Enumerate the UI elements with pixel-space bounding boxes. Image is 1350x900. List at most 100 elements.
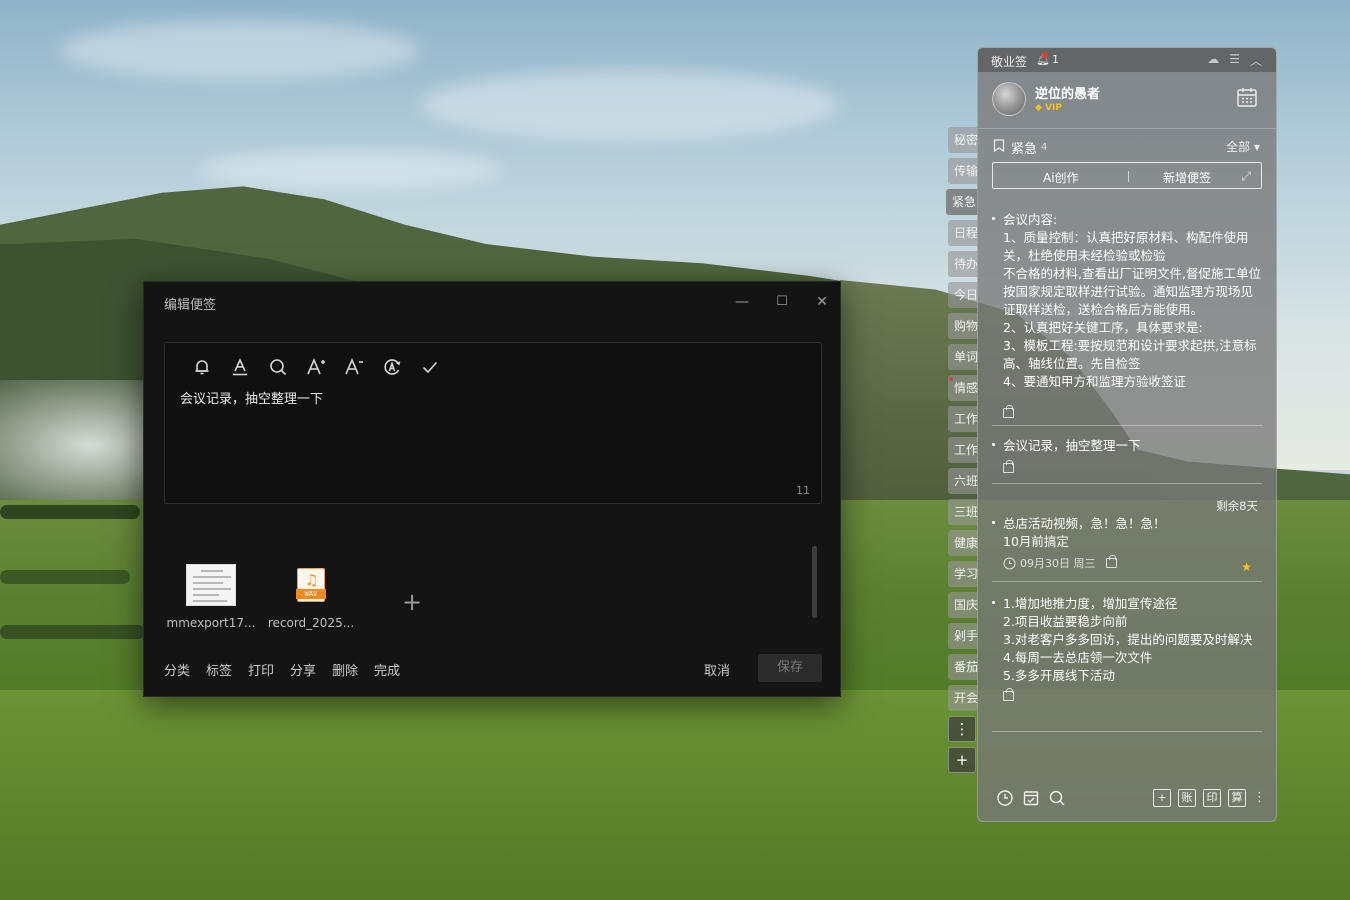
attachment-name: record_2025... xyxy=(267,616,355,630)
app-name: 敬业签 xyxy=(991,55,1028,69)
note-item[interactable]: 总店活动视频，急！急！急！ 10月前搞定 09月30日 周三 xyxy=(992,515,1262,571)
title-bar[interactable]: 编辑便签 — ☐ ✕ xyxy=(144,282,840,322)
add-tab-button[interactable]: + xyxy=(948,747,976,773)
tag-button[interactable]: 标签 xyxy=(206,660,232,679)
side-tab-label: 单词 xyxy=(954,350,978,364)
side-tab[interactable]: 开会 xyxy=(948,685,978,711)
add-attachment-button[interactable]: + xyxy=(402,588,422,616)
note-text: 会议内容: 1、质量控制：认真把好原材料、构配件使用关，杜绝使用未经检验或检验 … xyxy=(1003,212,1261,387)
avatar[interactable] xyxy=(992,82,1026,116)
check-icon[interactable] xyxy=(411,355,449,379)
side-tab[interactable]: 国庆 xyxy=(948,592,978,618)
note-meta xyxy=(1003,688,1262,701)
note-text: 总店活动视频，急！急！急！ 10月前搞定 xyxy=(1003,516,1166,549)
expand-icon[interactable]: ⤢ xyxy=(1241,169,1251,184)
note-editor[interactable]: 会议记录，抽空整理一下 11 xyxy=(164,342,822,504)
side-tab-label: 六班 xyxy=(954,474,978,488)
attachment-item[interactable]: mmexport17... xyxy=(161,564,261,630)
note-text: 会议记录，抽空整理一下 xyxy=(1003,438,1141,453)
note-content[interactable]: 会议记录，抽空整理一下 xyxy=(180,388,323,407)
side-tab[interactable]: 购物 xyxy=(948,313,978,339)
save-button[interactable]: 保存 xyxy=(758,654,822,682)
attachment-item[interactable]: ♫ WAV record_2025... xyxy=(261,564,361,630)
filter-dropdown[interactable]: 全部 ▾ xyxy=(1226,138,1260,155)
side-tab[interactable]: 单词 xyxy=(948,344,978,370)
note-item[interactable]: 会议内容: 1、质量控制：认真把好原材料、构配件使用关，杜绝使用未经检验或检验 … xyxy=(992,211,1262,393)
side-tab-label: 情感 xyxy=(954,381,978,395)
calendar-icon[interactable] xyxy=(1236,86,1258,108)
side-tab[interactable]: 工作 xyxy=(948,406,978,432)
more-tabs-button[interactable]: ⋮ xyxy=(948,716,976,742)
audio-file-icon: ♫ WAV xyxy=(296,568,326,602)
side-tab-label: 开会 xyxy=(954,691,978,705)
hedge xyxy=(0,505,140,519)
side-tab[interactable]: 番茄 xyxy=(948,654,978,680)
side-tab[interactable]: 学习 xyxy=(948,561,978,587)
collapse-icon[interactable]: ︿ xyxy=(1250,52,1262,69)
font-increase-icon[interactable] xyxy=(297,355,335,379)
footer-right-buttons: + 账 印 算 ⋮ xyxy=(1153,789,1266,807)
vip-label: VIP xyxy=(1045,103,1062,113)
lock-icon xyxy=(1003,460,1014,473)
ai-icon[interactable] xyxy=(373,355,411,379)
cancel-button[interactable]: 取消 xyxy=(704,660,730,679)
search-icon[interactable] xyxy=(1048,789,1066,811)
attachment-name: mmexport17... xyxy=(166,616,256,630)
side-tab[interactable]: 情感 xyxy=(948,375,978,401)
side-tab[interactable]: 健康 xyxy=(948,530,978,556)
header-icons: ☁ ☰ ︿ xyxy=(1207,52,1262,69)
side-tab-label: 工作 xyxy=(954,443,978,457)
side-tab[interactable]: 六班 xyxy=(948,468,978,494)
side-tab[interactable]: 待办 xyxy=(948,251,978,277)
side-tab[interactable]: 秘密 xyxy=(948,127,978,153)
delete-button[interactable]: 删除 xyxy=(332,660,358,679)
bullet xyxy=(992,601,995,604)
share-button[interactable]: 分享 xyxy=(290,660,316,679)
edit-note-window: 编辑便签 — ☐ ✕ 会议记录，抽空整理一下 11 mmexport17... … xyxy=(143,281,841,697)
window-title: 编辑便签 xyxy=(164,298,217,313)
minimize-button[interactable]: — xyxy=(732,292,752,312)
close-button[interactable]: ✕ xyxy=(812,292,832,312)
category-button[interactable]: 分类 xyxy=(164,660,190,679)
note-item[interactable]: 1.增加地推力度，增加宣传途径 2.项目收益要稳步向前 3.对老客户多多回访，提… xyxy=(992,595,1262,701)
username[interactable]: 逆位的愚者 xyxy=(1035,83,1100,102)
side-tab[interactable]: 三班 xyxy=(948,499,978,525)
ledger-button[interactable]: 账 xyxy=(1178,789,1196,807)
attachment-scrollbar[interactable] xyxy=(812,546,817,618)
side-tab[interactable]: 紧急 xyxy=(946,189,978,215)
maximize-button[interactable]: ☐ xyxy=(772,292,792,312)
search-icon[interactable] xyxy=(259,355,297,379)
bell-icon[interactable] xyxy=(183,355,221,379)
side-tab[interactable]: 剁手 xyxy=(948,623,978,649)
print-button[interactable]: 印 xyxy=(1203,789,1221,807)
clock-icon[interactable] xyxy=(996,789,1014,811)
cloud-sync-icon[interactable]: ☁ xyxy=(1207,52,1219,69)
panel-header[interactable]: 敬业签 🔔︎ 1 ☁ ☰ ︿ xyxy=(978,48,1276,72)
side-tab[interactable]: 传输 xyxy=(948,158,978,184)
category-row: 紧急 4 全部 ▾ xyxy=(978,136,1276,157)
text-color-icon[interactable] xyxy=(221,355,259,379)
menu-icon[interactable]: ☰ xyxy=(1229,52,1240,69)
calculator-button[interactable]: 算 xyxy=(1228,789,1246,807)
new-note-button[interactable]: 新增便签 xyxy=(1163,169,1211,186)
more-icon[interactable]: ⋮ xyxy=(1253,789,1266,807)
note-separator xyxy=(992,581,1262,582)
checklist-icon[interactable] xyxy=(1022,789,1040,811)
side-tab[interactable]: 工作 xyxy=(948,437,978,463)
add-widget-button[interactable]: + xyxy=(1153,789,1171,807)
bottom-actions: 分类 标签 打印 分享 删除 完成 xyxy=(164,660,416,679)
ai-create-button[interactable]: Ai创作 xyxy=(1043,169,1079,186)
star-icon[interactable]: ★ xyxy=(1241,560,1252,574)
done-button[interactable]: 完成 xyxy=(374,660,400,679)
side-tab-label: 传输 xyxy=(954,164,978,178)
side-tab-label: 日程 xyxy=(954,226,978,240)
side-tab-label: 健康 xyxy=(954,536,978,550)
side-tab-label: 学习 xyxy=(954,567,978,581)
side-tab[interactable]: 日程 xyxy=(948,220,978,246)
note-item[interactable]: 会议记录，抽空整理一下 xyxy=(992,437,1262,473)
side-tab[interactable]: 今日 xyxy=(948,282,978,308)
print-button[interactable]: 打印 xyxy=(248,660,274,679)
bookmark-icon xyxy=(993,139,1005,152)
note-separator xyxy=(992,483,1262,484)
font-decrease-icon[interactable] xyxy=(335,355,373,379)
